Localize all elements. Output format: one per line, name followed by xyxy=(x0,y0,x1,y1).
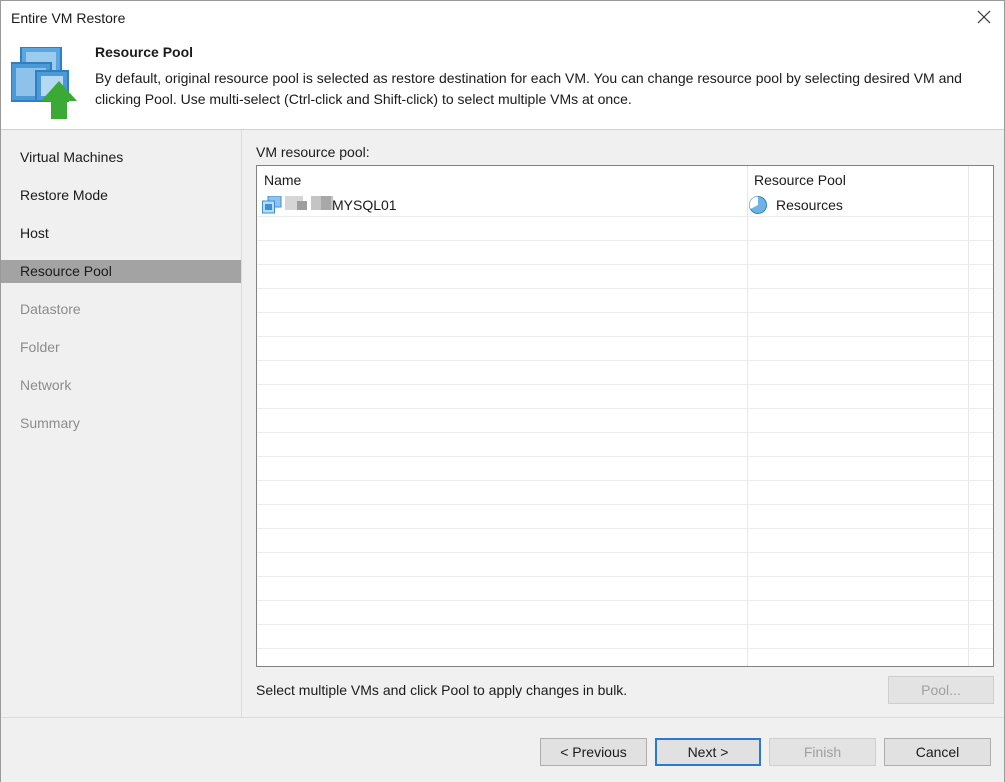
row-divider xyxy=(257,480,993,481)
vm-restore-icon xyxy=(11,47,77,119)
vm-icon xyxy=(262,196,282,214)
row-divider xyxy=(257,288,993,289)
resource-pool-icon xyxy=(749,196,767,214)
row-divider xyxy=(257,216,993,217)
row-divider xyxy=(257,648,993,649)
step-virtual-machines[interactable]: Virtual Machines xyxy=(1,146,241,169)
row-divider xyxy=(257,528,993,529)
row-divider xyxy=(257,432,993,433)
column-divider xyxy=(747,166,748,666)
bulk-change-hint: Select multiple VMs and click Pool to ap… xyxy=(256,682,628,698)
vm-name-cell: MYSQL01 xyxy=(332,197,397,213)
step-resource-pool[interactable]: Resource Pool xyxy=(1,260,241,283)
row-divider xyxy=(257,360,993,361)
row-divider xyxy=(257,384,993,385)
step-network: Network xyxy=(20,377,72,393)
step-datastore: Datastore xyxy=(20,301,81,317)
column-header-name[interactable]: Name xyxy=(264,172,301,188)
step-description: By default, original resource pool is se… xyxy=(95,70,962,107)
close-button[interactable] xyxy=(972,5,996,29)
step-host[interactable]: Host xyxy=(1,222,241,245)
row-divider xyxy=(257,336,993,337)
title-bar: Entire VM Restore xyxy=(1,1,1004,35)
wizard-header: Resource Pool By default, original resou… xyxy=(1,35,1004,129)
table-header: Name Resource Pool xyxy=(257,166,993,189)
resource-pool-cell: Resources xyxy=(776,197,843,213)
next-button[interactable]: Next > xyxy=(655,738,761,766)
row-divider xyxy=(257,240,993,241)
column-header-resource-pool[interactable]: Resource Pool xyxy=(754,172,846,188)
table-row[interactable]: MYSQL01 Resources xyxy=(257,192,993,216)
pool-button[interactable]: Pool... xyxy=(888,676,994,704)
row-divider xyxy=(257,600,993,601)
step-content: VM resource pool: Name Resource Pool MYS… xyxy=(242,130,1004,717)
redacted-name-part xyxy=(321,196,331,210)
row-divider xyxy=(257,264,993,265)
redacted-name-part xyxy=(297,201,307,210)
finish-button[interactable]: Finish xyxy=(769,738,876,766)
step-title: Resource Pool xyxy=(95,44,194,60)
step-folder: Folder xyxy=(20,339,60,355)
wizard-steps-sidebar: Virtual Machines Restore Mode Host Resou… xyxy=(1,130,242,717)
row-divider xyxy=(257,624,993,625)
step-restore-mode[interactable]: Restore Mode xyxy=(1,184,241,207)
close-icon xyxy=(977,10,991,24)
row-divider xyxy=(257,576,993,577)
wizard-footer: < Previous Next > Finish Cancel xyxy=(1,717,1004,782)
row-divider xyxy=(257,552,993,553)
cancel-button[interactable]: Cancel xyxy=(884,738,991,766)
row-divider xyxy=(257,312,993,313)
wizard-window: Entire VM Restore Resource Pool By defau… xyxy=(0,0,1005,782)
row-divider xyxy=(257,408,993,409)
vm-resource-pool-label: VM resource pool: xyxy=(256,144,370,160)
step-summary: Summary xyxy=(20,415,80,431)
column-divider xyxy=(968,166,969,666)
row-divider xyxy=(257,504,993,505)
previous-button[interactable]: < Previous xyxy=(540,738,647,766)
window-title: Entire VM Restore xyxy=(11,10,126,26)
row-divider xyxy=(257,456,993,457)
vm-resource-pool-table[interactable]: Name Resource Pool MYSQL01 Resources xyxy=(256,165,994,667)
